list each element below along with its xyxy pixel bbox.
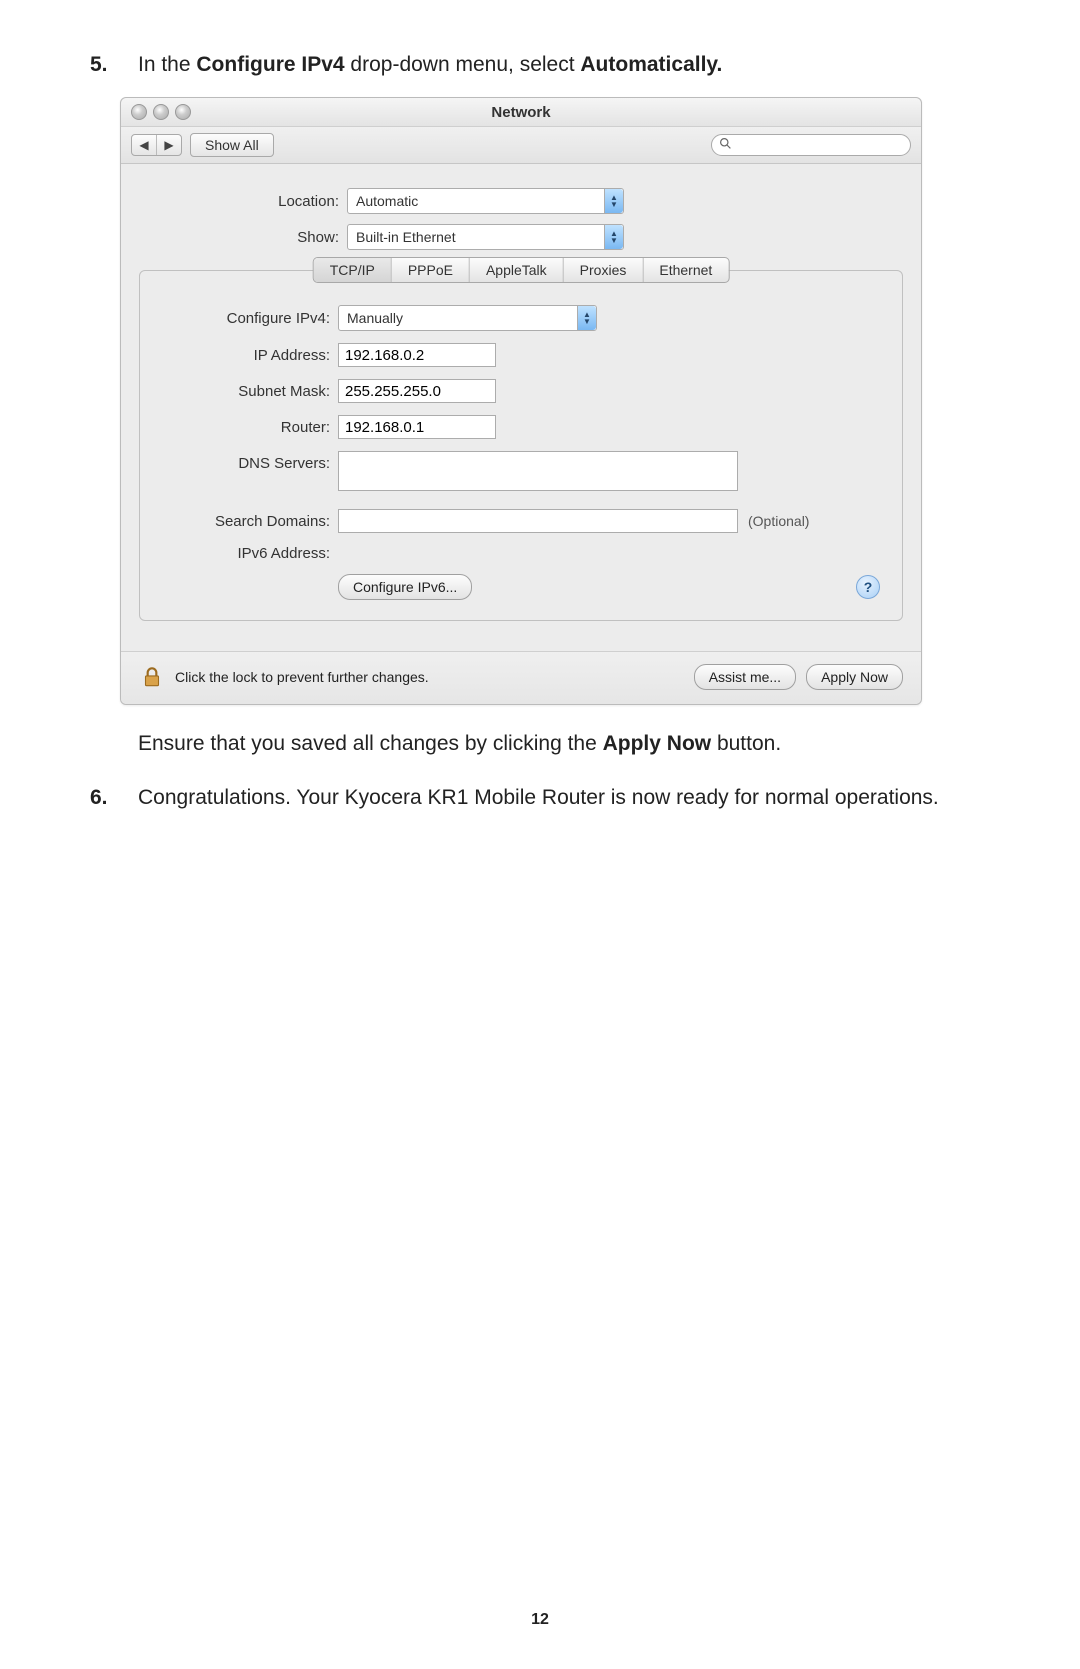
text-bold: Configure IPv4 — [196, 53, 344, 76]
show-value: Built-in Ethernet — [348, 229, 604, 245]
show-row: Show: Built-in Ethernet ▲▼ — [139, 224, 903, 250]
assist-me-button[interactable]: Assist me... — [694, 664, 796, 690]
ip-address-input[interactable] — [338, 343, 496, 367]
help-button[interactable]: ? — [856, 575, 880, 599]
step-number: 5. — [90, 50, 138, 79]
text: Ensure that you saved all changes by cli… — [138, 732, 603, 755]
chevron-updown-icon: ▲▼ — [604, 225, 623, 249]
text: drop-down menu, select — [345, 53, 581, 76]
step-number: 6. — [90, 783, 138, 812]
step-6: 6. Congratulations. Your Kyocera KR1 Mob… — [90, 783, 990, 812]
search-field-wrap — [711, 134, 911, 156]
search-domains-input[interactable] — [338, 509, 738, 533]
text-bold: Apply Now — [603, 732, 712, 755]
show-label: Show: — [139, 229, 347, 246]
search-domains-hint: (Optional) — [748, 513, 809, 529]
tab-container: TCP/IP PPPoE AppleTalk Proxies Ethernet … — [139, 270, 903, 621]
dns-servers-input[interactable] — [338, 451, 738, 491]
forward-icon[interactable]: ▶ — [156, 135, 181, 155]
show-all-button[interactable]: Show All — [190, 133, 274, 157]
subnet-mask-input[interactable] — [338, 379, 496, 403]
minimize-icon[interactable] — [153, 104, 169, 120]
ipv6-address-label: IPv6 Address: — [162, 545, 338, 562]
nav-back-forward[interactable]: ◀ ▶ — [131, 134, 182, 156]
lock-text: Click the lock to prevent further change… — [175, 669, 429, 685]
search-icon — [719, 137, 732, 153]
apply-now-button[interactable]: Apply Now — [806, 664, 903, 690]
router-label: Router: — [162, 419, 338, 436]
subnet-mask-label: Subnet Mask: — [162, 383, 338, 400]
tab-ethernet[interactable]: Ethernet — [643, 258, 728, 282]
dns-servers-row: DNS Servers: — [162, 451, 880, 491]
chevron-updown-icon: ▲▼ — [604, 189, 623, 213]
zoom-icon[interactable] — [175, 104, 191, 120]
search-input[interactable] — [711, 134, 911, 156]
location-select[interactable]: Automatic ▲▼ — [347, 188, 624, 214]
close-icon[interactable] — [131, 104, 147, 120]
instruction-list: 5. In the Configure IPv4 drop-down menu,… — [90, 50, 990, 79]
window-footer: Click the lock to prevent further change… — [121, 651, 921, 704]
toolbar: ◀ ▶ Show All — [121, 127, 921, 164]
lock-icon[interactable] — [139, 664, 165, 690]
ip-address-label: IP Address: — [162, 347, 338, 364]
tab-tcpip[interactable]: TCP/IP — [314, 258, 392, 282]
configure-ipv4-row: Configure IPv4: Manually ▲▼ — [162, 305, 880, 331]
ip-address-row: IP Address: — [162, 343, 880, 367]
search-domains-label: Search Domains: — [162, 513, 338, 530]
tab-proxies[interactable]: Proxies — [564, 258, 644, 282]
tab-pppoe[interactable]: PPPoE — [392, 258, 470, 282]
text-bold: Automatically. — [580, 53, 722, 76]
location-value: Automatic — [348, 193, 604, 209]
text: In the — [138, 53, 196, 76]
page-number: 12 — [0, 1611, 1080, 1629]
location-row: Location: Automatic ▲▼ — [139, 188, 903, 214]
ensure-paragraph: Ensure that you saved all changes by cli… — [138, 729, 990, 758]
configure-ipv6-button[interactable]: Configure IPv6... — [338, 574, 472, 600]
step-body: In the Configure IPv4 drop-down menu, se… — [138, 50, 990, 79]
dns-servers-label: DNS Servers: — [162, 451, 338, 472]
chevron-updown-icon: ▲▼ — [577, 306, 596, 330]
instruction-list-2: 6. Congratulations. Your Kyocera KR1 Mob… — [90, 783, 990, 812]
location-label: Location: — [139, 193, 347, 210]
configure-ipv4-select[interactable]: Manually ▲▼ — [338, 305, 597, 331]
configure-ipv6-row: Configure IPv6... ? — [162, 574, 880, 600]
search-domains-row: Search Domains: (Optional) — [162, 509, 880, 533]
network-window: Network ◀ ▶ Show All Location: Automatic — [120, 97, 922, 705]
titlebar: Network — [121, 98, 921, 127]
page: 5. In the Configure IPv4 drop-down menu,… — [0, 0, 1080, 1669]
ipv6-address-row: IPv6 Address: — [162, 545, 880, 562]
router-row: Router: — [162, 415, 880, 439]
pane-body: Location: Automatic ▲▼ Show: Built-in Et… — [121, 164, 921, 637]
tab-strip: TCP/IP PPPoE AppleTalk Proxies Ethernet — [313, 257, 730, 283]
router-input[interactable] — [338, 415, 496, 439]
step-5: 5. In the Configure IPv4 drop-down menu,… — [90, 50, 990, 79]
subnet-mask-row: Subnet Mask: — [162, 379, 880, 403]
tab-appletalk[interactable]: AppleTalk — [470, 258, 564, 282]
text: button. — [711, 732, 781, 755]
step-body: Congratulations. Your Kyocera KR1 Mobile… — [138, 783, 990, 812]
traffic-lights — [121, 104, 191, 120]
configure-ipv4-value: Manually — [339, 310, 577, 326]
back-icon[interactable]: ◀ — [132, 135, 156, 155]
window-title: Network — [121, 104, 921, 121]
configure-ipv4-label: Configure IPv4: — [162, 310, 338, 327]
show-select[interactable]: Built-in Ethernet ▲▼ — [347, 224, 624, 250]
